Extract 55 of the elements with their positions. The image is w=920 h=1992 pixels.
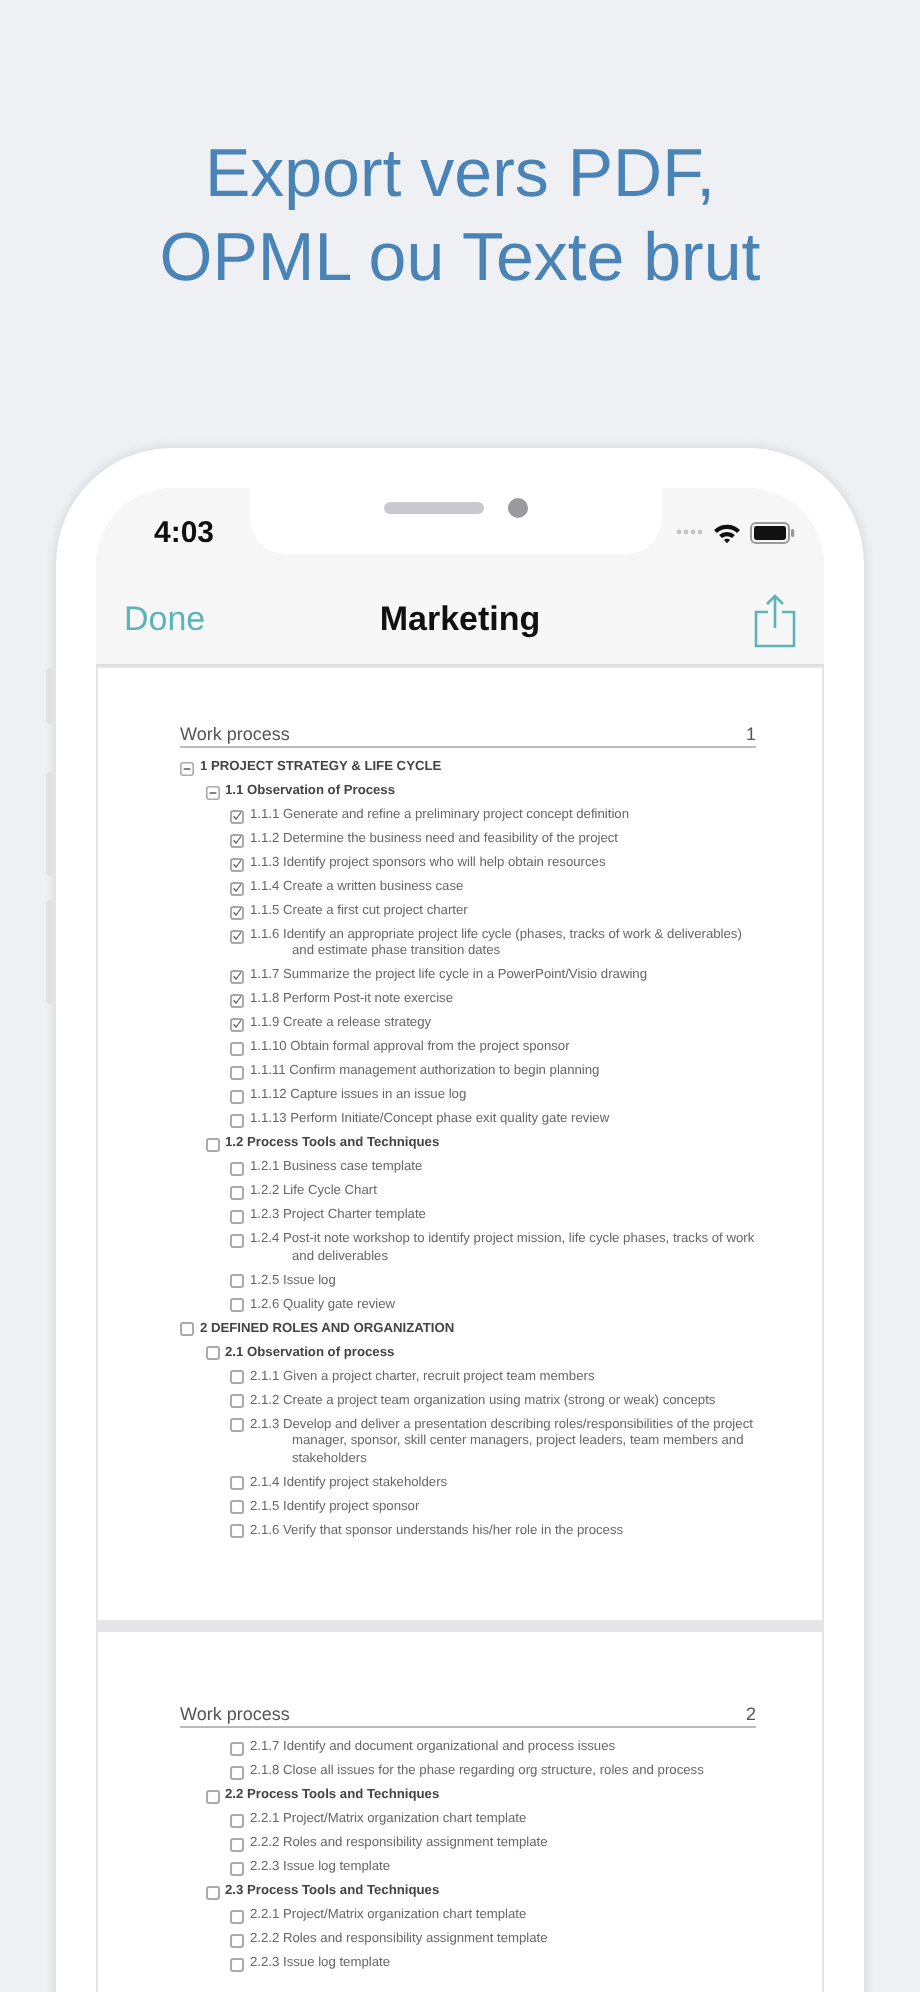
checkbox[interactable] <box>230 1813 244 1827</box>
checkbox[interactable] <box>230 905 244 919</box>
share-icon[interactable] <box>754 593 796 647</box>
checkbox[interactable] <box>230 1298 244 1313</box>
checkbox[interactable] <box>230 1209 244 1224</box>
checkbox[interactable] <box>230 1394 244 1409</box>
checkbox[interactable] <box>230 857 244 871</box>
checkbox[interactable] <box>230 1113 244 1128</box>
checkbox[interactable] <box>230 1837 244 1851</box>
page-header: Work process <box>180 1704 290 1724</box>
collapse-toggle[interactable] <box>180 761 194 775</box>
checkbox[interactable] <box>205 1789 219 1803</box>
checkbox[interactable] <box>230 1185 244 1200</box>
checkbox[interactable] <box>230 1161 244 1176</box>
status-time: 4:03 <box>154 515 215 549</box>
checkbox[interactable] <box>230 1500 244 1515</box>
checkbox[interactable] <box>230 1041 244 1056</box>
page-header: Work process <box>180 724 290 744</box>
checkbox[interactable] <box>205 1137 219 1152</box>
checkbox[interactable] <box>230 1957 244 1971</box>
checkbox[interactable] <box>230 1765 244 1779</box>
signal-icon <box>676 528 704 536</box>
nav-title: Marketing <box>379 600 541 640</box>
checkbox[interactable] <box>230 1089 244 1104</box>
checkbox[interactable] <box>230 993 244 1008</box>
checkbox[interactable] <box>230 1370 244 1385</box>
checkbox[interactable] <box>230 809 244 823</box>
page-number: 2 <box>745 1704 756 1724</box>
done-button[interactable]: Done <box>120 600 210 640</box>
checkbox[interactable] <box>230 929 244 943</box>
checkbox[interactable] <box>230 1274 244 1289</box>
checkbox[interactable] <box>230 1861 244 1875</box>
checkbox[interactable] <box>230 1418 244 1433</box>
battery-icon <box>750 521 796 543</box>
speaker <box>384 501 484 513</box>
checkbox[interactable] <box>180 1322 194 1337</box>
checkbox[interactable] <box>230 1524 244 1539</box>
checkbox[interactable] <box>230 1065 244 1080</box>
checkbox[interactable] <box>230 1476 244 1491</box>
wifi-icon <box>712 521 742 543</box>
checkbox[interactable] <box>205 1346 219 1361</box>
page-number: 1 <box>745 724 756 744</box>
checkbox[interactable] <box>205 1885 219 1899</box>
checkbox[interactable] <box>230 881 244 895</box>
checkbox[interactable] <box>230 1017 244 1032</box>
headline: OPML ou Texte brut <box>159 218 761 300</box>
checkbox[interactable] <box>230 1909 244 1923</box>
checkbox[interactable] <box>230 833 244 847</box>
headline: Export vers PDF, <box>204 134 716 216</box>
checkbox[interactable] <box>230 969 244 984</box>
checkbox[interactable] <box>230 1933 244 1947</box>
camera <box>508 497 528 517</box>
collapse-toggle[interactable] <box>205 785 219 799</box>
checkbox[interactable] <box>230 1741 244 1755</box>
checkbox[interactable] <box>230 1233 244 1248</box>
